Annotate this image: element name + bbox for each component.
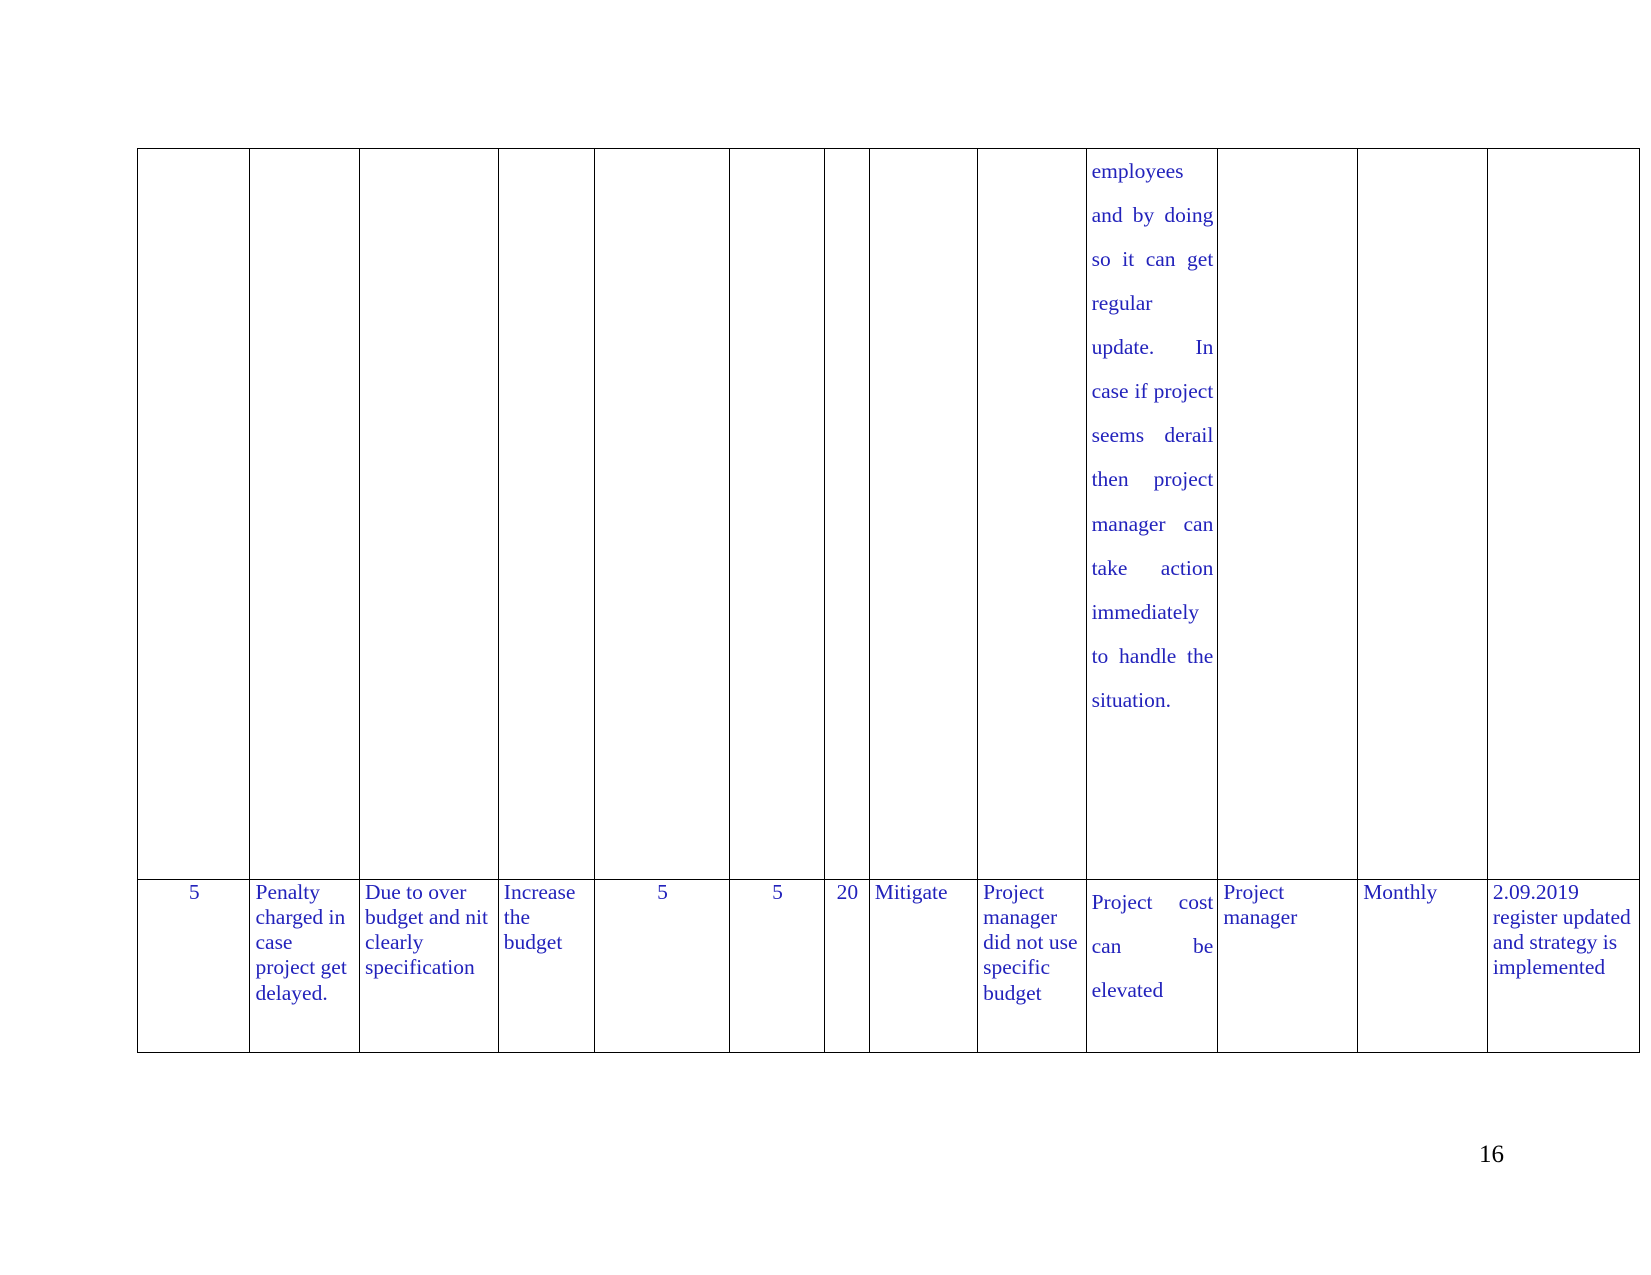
risk-register-table: employees and by doing so it can get reg… [136,148,1641,1053]
cell-risk-cause [358,148,499,880]
cell-review-frequency: Monthly [1357,879,1488,1053]
cell-status-notes [1486,148,1641,880]
cell-risk-response: Increase the budget [497,879,596,1053]
cell-probability [594,148,730,880]
cell-score [824,148,870,880]
cell-status-notes: 2.09.2019 register updated and strategy … [1486,879,1641,1053]
cell-mitigation-action: Project cost can be elevated [1085,879,1219,1053]
cell-trigger [977,148,1087,880]
table-row: employees and by doing so it can get reg… [136,148,1641,880]
cell-trigger: Project manager did not use specific bud… [977,879,1087,1053]
cell-probability: 5 [594,879,730,1053]
cell-review-frequency [1357,148,1488,880]
cell-risk-cause: Due to over budget and nit clearly speci… [358,879,499,1053]
cell-risk-description [249,148,360,880]
cell-risk-response [497,148,596,880]
cell-score: 20 [824,879,870,1053]
cell-risk-owner: Project manager [1217,879,1359,1053]
cell-impact [728,148,826,880]
cell-risk-id [136,148,251,880]
page-number: 16 [1479,1141,1504,1168]
table-row: 5 Penalty charged in case project get de… [136,879,1641,1053]
cell-impact: 5 [728,879,826,1053]
cell-risk-id: 5 [136,879,251,1053]
cell-strategy [868,148,979,880]
cell-risk-description: Penalty charged in case project get dela… [249,879,360,1053]
cell-risk-owner [1217,148,1359,880]
document-page: employees and by doing so it can get reg… [0,0,1651,1275]
cell-strategy: Mitigate [868,879,979,1053]
cell-mitigation-action: employees and by doing so it can get reg… [1085,148,1219,880]
